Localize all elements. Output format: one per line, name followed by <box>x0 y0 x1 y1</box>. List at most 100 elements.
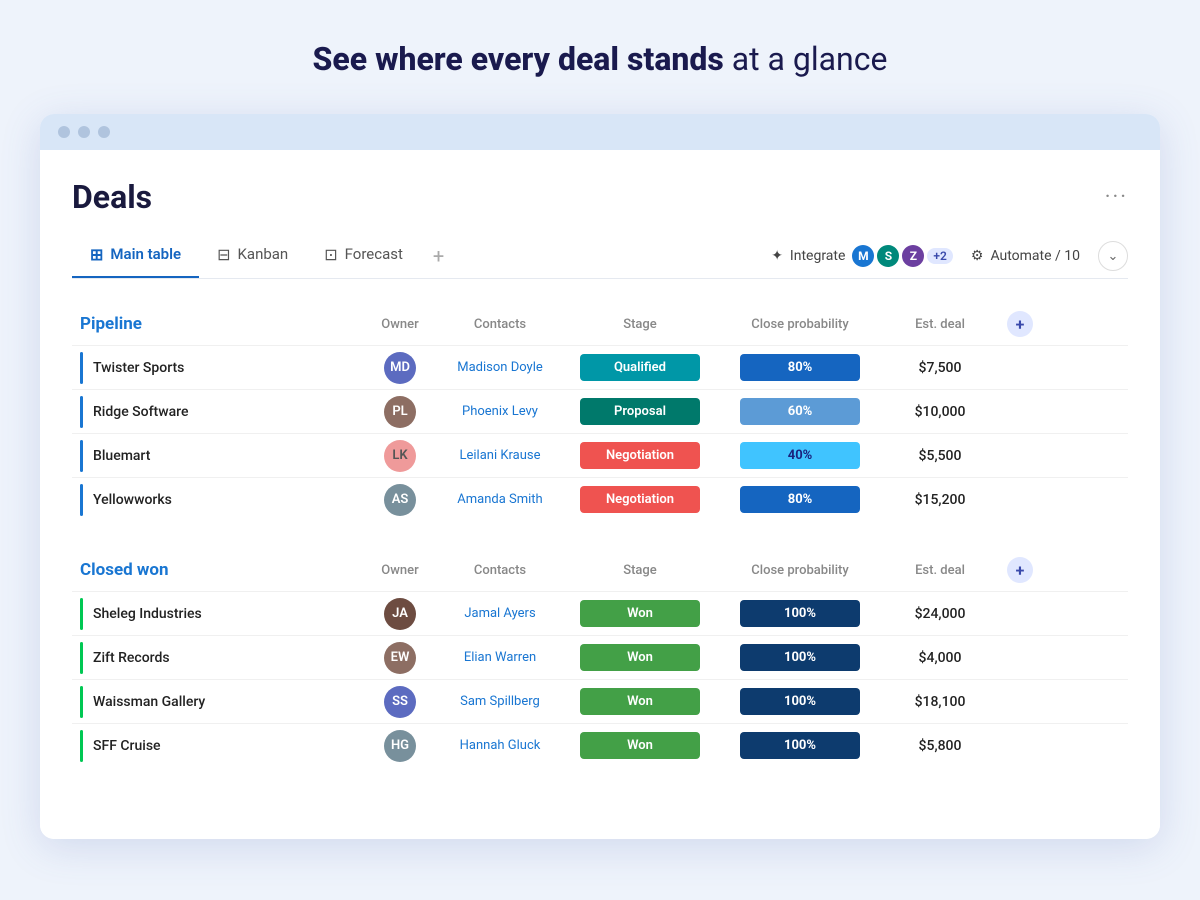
stage-badge-2[interactable]: Negotiation <box>580 442 700 469</box>
pipeline-row-1-deal: $10,000 <box>880 404 1000 420</box>
closed-won-row-3-deal: $5,800 <box>880 738 1000 754</box>
closed-won-row-3-company-col: SFF Cruise <box>80 730 360 762</box>
closed-won-row-3-stage: Won <box>560 730 720 761</box>
integrate-icon: ✦ <box>771 248 783 264</box>
automate-label: Automate / 10 <box>990 248 1080 264</box>
pipeline-row-1-company-col: Ridge Software <box>80 396 360 428</box>
closed-won-row-3-owner: HG <box>360 730 440 762</box>
pipeline-row-1-contact[interactable]: Phoenix Levy <box>440 404 560 419</box>
prob-badge-cw-0[interactable]: 100% <box>740 600 860 627</box>
closed-won-section: Closed won Owner Contacts Stage Close pr… <box>72 553 1128 767</box>
stage-badge-cw-1[interactable]: Won <box>580 644 700 671</box>
avatar-cw-2: SS <box>384 686 416 718</box>
tab-main-table[interactable]: ⊞ Main table <box>72 235 199 278</box>
closed-won-row-1-prob: 100% <box>720 642 880 673</box>
tabs-right: ✦ Integrate M S Z +2 ⚙ Automate / 10 ⌄ <box>771 241 1128 271</box>
prob-badge-1[interactable]: 60% <box>740 398 860 425</box>
closed-won-section-title: Closed won <box>80 560 169 580</box>
closed-won-row-1-contact[interactable]: Elian Warren <box>440 650 560 665</box>
deals-header: Deals ··· <box>72 178 1128 216</box>
pipeline-section: Pipeline Owner Contacts Stage Close prob… <box>72 307 1128 521</box>
browser-content: Deals ··· ⊞ Main table ⊟ Kanban ⊡ Foreca… <box>40 150 1160 839</box>
closed-won-section-title-col: Closed won <box>80 560 360 580</box>
stage-badge-cw-3[interactable]: Won <box>580 732 700 759</box>
closed-won-row-bar-1 <box>80 642 83 674</box>
closed-won-row-1-company: Zift Records <box>93 650 170 666</box>
integrate-icon-blue: M <box>852 245 874 267</box>
pipeline-row-bar-0 <box>80 352 83 384</box>
closed-won-row-1-stage: Won <box>560 642 720 673</box>
closed-won-row-0: Sheleg Industries JA Jamal Ayers Won 100… <box>72 591 1128 635</box>
pipeline-row-2-contact[interactable]: Leilani Krause <box>440 448 560 463</box>
prob-badge-cw-3[interactable]: 100% <box>740 732 860 759</box>
pipeline-row-0-contact[interactable]: Madison Doyle <box>440 360 560 375</box>
pipeline-add-col-button[interactable]: + <box>1000 311 1040 337</box>
prob-badge-cw-1[interactable]: 100% <box>740 644 860 671</box>
closed-won-header-row: Closed won Owner Contacts Stage Close pr… <box>72 553 1128 591</box>
closed-won-row-0-contact[interactable]: Jamal Ayers <box>440 606 560 621</box>
stage-badge-3[interactable]: Negotiation <box>580 486 700 513</box>
pipeline-row-0: Twister Sports MD Madison Doyle Qualifie… <box>72 345 1128 389</box>
closed-won-row-1-deal: $4,000 <box>880 650 1000 666</box>
closed-won-col-deal: Est. deal <box>880 563 1000 578</box>
avatar-cw-3: HG <box>384 730 416 762</box>
integrate-icons: M S Z +2 <box>852 245 952 267</box>
browser-dot-2 <box>78 126 90 138</box>
collapse-button[interactable]: ⌄ <box>1098 241 1128 271</box>
stage-badge-1[interactable]: Proposal <box>580 398 700 425</box>
closed-won-row-0-company-col: Sheleg Industries <box>80 598 360 630</box>
pipeline-section-title-col: Pipeline <box>80 314 360 334</box>
page-headline: See where every deal stands at a glance <box>313 40 888 78</box>
closed-won-row-bar-3 <box>80 730 83 762</box>
closed-won-col-contacts: Contacts <box>440 563 560 578</box>
pipeline-row-2-stage: Negotiation <box>560 440 720 471</box>
pipeline-row-3-company: Yellowworks <box>93 492 172 508</box>
prob-badge-2[interactable]: 40% <box>740 442 860 469</box>
prob-badge-3[interactable]: 80% <box>740 486 860 513</box>
more-options-button[interactable]: ··· <box>1105 185 1128 210</box>
forecast-icon: ⊡ <box>324 245 337 264</box>
integrate-icon-teal: S <box>877 245 899 267</box>
closed-won-row-3: SFF Cruise HG Hannah Gluck Won 100% $5,8… <box>72 723 1128 767</box>
tab-forecast[interactable]: ⊡ Forecast <box>306 235 421 278</box>
pipeline-row-1-company: Ridge Software <box>93 404 188 420</box>
browser-dot-3 <box>98 126 110 138</box>
closed-won-row-2: Waissman Gallery SS Sam Spillberg Won 10… <box>72 679 1128 723</box>
automate-icon: ⚙ <box>971 248 984 264</box>
stage-badge-cw-0[interactable]: Won <box>580 600 700 627</box>
pipeline-row-0-deal: $7,500 <box>880 360 1000 376</box>
table-icon: ⊞ <box>90 245 103 264</box>
pipeline-row-3-contact[interactable]: Amanda Smith <box>440 492 560 507</box>
automate-button[interactable]: ⚙ Automate / 10 <box>971 248 1080 264</box>
pipeline-row-1-owner: PL <box>360 396 440 428</box>
add-tab-button[interactable]: + <box>421 234 456 278</box>
tabs-row: ⊞ Main table ⊟ Kanban ⊡ Forecast + ✦ Int… <box>72 234 1128 279</box>
tab-kanban[interactable]: ⊟ Kanban <box>199 235 306 278</box>
stage-badge-cw-2[interactable]: Won <box>580 688 700 715</box>
tab-kanban-label: Kanban <box>238 245 289 263</box>
pipeline-col-deal: Est. deal <box>880 317 1000 332</box>
closed-won-col-owner: Owner <box>360 563 440 578</box>
integrate-button[interactable]: ✦ Integrate M S Z +2 <box>771 245 953 267</box>
prob-badge-0[interactable]: 80% <box>740 354 860 381</box>
closed-won-row-1: Zift Records EW Elian Warren Won 100% $4… <box>72 635 1128 679</box>
closed-won-row-bar-0 <box>80 598 83 630</box>
avatar-3: AS <box>384 484 416 516</box>
closed-won-row-2-company: Waissman Gallery <box>93 694 205 710</box>
pipeline-row-3-stage: Negotiation <box>560 484 720 515</box>
closed-won-add-col-button[interactable]: + <box>1000 557 1040 583</box>
closed-won-add-circle: + <box>1007 557 1033 583</box>
closed-won-row-2-contact[interactable]: Sam Spillberg <box>440 694 560 709</box>
pipeline-row-2: Bluemart LK Leilani Krause Negotiation 4… <box>72 433 1128 477</box>
pipeline-row-1: Ridge Software PL Phoenix Levy Proposal … <box>72 389 1128 433</box>
avatar-cw-0: JA <box>384 598 416 630</box>
closed-won-row-3-contact[interactable]: Hannah Gluck <box>440 738 560 753</box>
deals-title: Deals <box>72 178 152 216</box>
pipeline-row-2-prob: 40% <box>720 440 880 471</box>
pipeline-row-3-deal: $15,200 <box>880 492 1000 508</box>
stage-badge-0[interactable]: Qualified <box>580 354 700 381</box>
prob-badge-cw-2[interactable]: 100% <box>740 688 860 715</box>
closed-won-row-1-company-col: Zift Records <box>80 642 360 674</box>
pipeline-row-3: Yellowworks AS Amanda Smith Negotiation … <box>72 477 1128 521</box>
pipeline-row-1-stage: Proposal <box>560 396 720 427</box>
